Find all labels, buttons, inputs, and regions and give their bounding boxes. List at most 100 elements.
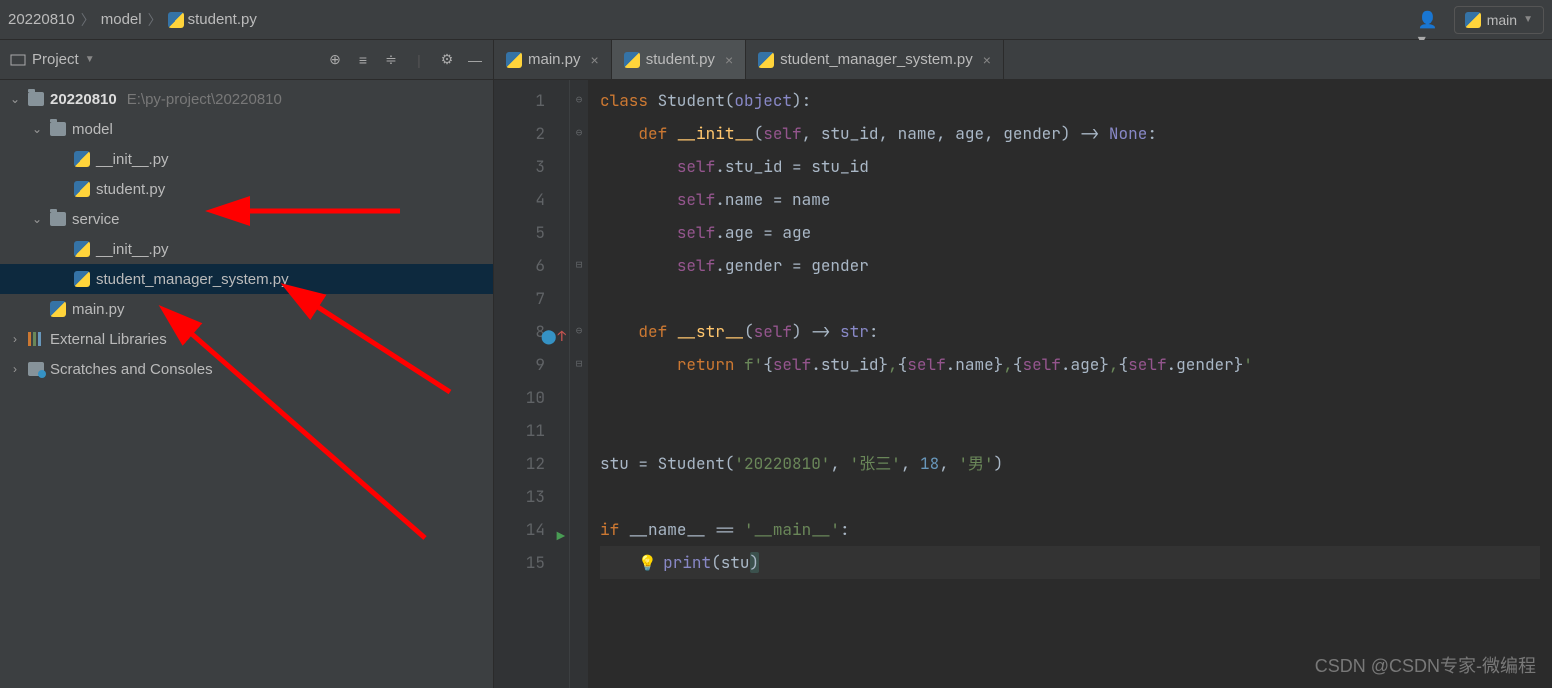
breadcrumb-item[interactable]: 20220810 <box>8 11 75 28</box>
fold-handle <box>570 381 588 414</box>
folder-icon <box>50 122 66 136</box>
line-number-gutter[interactable]: 12345678⬤↑91011121314▶15 <box>494 80 570 688</box>
line-number[interactable]: 6 <box>494 249 545 282</box>
run-gutter-icon[interactable]: ▶ <box>557 521 565 554</box>
chevron-down-icon: ▼ <box>1523 14 1533 25</box>
code-line[interactable]: 💡print(stu) <box>600 546 1540 579</box>
code-line[interactable] <box>600 414 1540 447</box>
line-number[interactable]: 5 <box>494 216 545 249</box>
code-line[interactable] <box>600 381 1540 414</box>
line-number[interactable]: 4 <box>494 183 545 216</box>
tree-row[interactable]: __init__.py <box>0 234 493 264</box>
python-file-icon <box>168 12 184 28</box>
tree-row[interactable]: ⌄service <box>0 204 493 234</box>
fold-gutter[interactable]: ⊖⊖⊟⊖⊟ <box>570 80 588 688</box>
tree-item-label: student_manager_system.py <box>96 271 289 288</box>
tree-item-label: __init__.py <box>96 151 169 168</box>
expand-all-icon[interactable]: ≡ <box>355 52 371 68</box>
fold-handle <box>570 183 588 216</box>
run-configuration-selector[interactable]: main ▼ <box>1454 6 1544 34</box>
editor-tab[interactable]: student_manager_system.py × <box>746 40 1004 79</box>
chevron-down-icon: ▼ <box>85 54 95 65</box>
tree-row[interactable]: ›External Libraries <box>0 324 493 354</box>
tree-row[interactable]: ⌄ 20220810 E:\py-project\20220810 <box>0 84 493 114</box>
editor-tab[interactable]: student.py× <box>612 40 746 79</box>
tree-row[interactable]: student.py <box>0 174 493 204</box>
tree-arrow-icon: ⌄ <box>8 92 22 106</box>
tree-row[interactable]: student_manager_system.py <box>0 264 493 294</box>
python-file-icon <box>506 52 522 68</box>
close-icon[interactable]: × <box>725 52 733 68</box>
tree-row[interactable]: __init__.py <box>0 144 493 174</box>
python-icon <box>1465 12 1481 28</box>
line-number[interactable]: 2 <box>494 117 545 150</box>
folder-icon <box>28 92 44 106</box>
tree-item-label: External Libraries <box>50 331 167 348</box>
tree-row[interactable]: main.py <box>0 294 493 324</box>
code-line[interactable]: self.name = name <box>600 183 1540 216</box>
tree-item-label: __init__.py <box>96 241 169 258</box>
line-number[interactable]: 14▶ <box>494 513 545 546</box>
code-line[interactable]: class Student(object): <box>600 84 1540 117</box>
line-number[interactable]: 13 <box>494 480 545 513</box>
project-sidebar: Project ▼ ⊕ ≡ ≑ | ⚙ — ⌄ 20220810 E:\py-pro… <box>0 40 494 688</box>
breadcrumb-item[interactable]: model <box>101 11 142 28</box>
fold-handle <box>570 216 588 249</box>
breadcrumb-item[interactable]: student.py <box>168 11 257 28</box>
tree-item-path: E:\py-project\20220810 <box>127 91 282 108</box>
fold-handle[interactable]: ⊟ <box>570 249 588 282</box>
project-icon <box>10 52 26 68</box>
line-number[interactable]: 12 <box>494 447 545 480</box>
code-line[interactable]: if __name__ == '__main__': <box>600 513 1540 546</box>
code-line[interactable]: self.stu_id = stu_id <box>600 150 1540 183</box>
fold-handle[interactable]: ⊖ <box>570 84 588 117</box>
line-number[interactable]: 9 <box>494 348 545 381</box>
project-tree[interactable]: ⌄ 20220810 E:\py-project\20220810 ⌄model __i… <box>0 80 493 388</box>
collapse-all-icon[interactable]: ≑ <box>383 52 399 68</box>
fold-handle <box>570 513 588 546</box>
code-line[interactable] <box>600 480 1540 513</box>
breadcrumb-file-label: student.py <box>188 11 257 28</box>
line-number[interactable]: 15 <box>494 546 545 579</box>
tree-item-label: 20220810 <box>50 91 117 108</box>
project-tool-icons: ⊕ ≡ ≑ | ⚙ — <box>327 52 483 68</box>
code-line[interactable]: def __init__(self, stu_id, name, age, ge… <box>600 117 1540 150</box>
project-toolwindow-title[interactable]: Project ▼ <box>10 51 95 68</box>
locate-icon[interactable]: ⊕ <box>327 52 343 68</box>
settings-icon[interactable]: ⚙ <box>439 52 455 68</box>
project-toolwindow-header: Project ▼ ⊕ ≡ ≑ | ⚙ — <box>0 40 493 80</box>
code-line[interactable] <box>600 282 1540 315</box>
fold-handle[interactable]: ⊖ <box>570 117 588 150</box>
code-line[interactable]: stu = Student('20220810', '张三', 18, '男') <box>600 447 1540 480</box>
tree-row[interactable]: › Scratches and Consoles <box>0 354 493 384</box>
code-line[interactable]: self.gender = gender <box>600 249 1540 282</box>
line-number[interactable]: 1 <box>494 84 545 117</box>
fold-handle[interactable]: ⊖ <box>570 315 588 348</box>
editor-area: main.py×student.py×student_manager_syste… <box>494 40 1552 688</box>
code-line[interactable]: self.age = age <box>600 216 1540 249</box>
code-content[interactable]: class Student(object): def __init__(self… <box>588 80 1552 688</box>
code-line[interactable]: def __str__(self) -> str: <box>600 315 1540 348</box>
line-number[interactable]: 10 <box>494 381 545 414</box>
tree-arrow-icon: › <box>8 362 22 376</box>
fold-handle <box>570 414 588 447</box>
code-area[interactable]: 12345678⬤↑91011121314▶15 ⊖⊖⊟⊖⊟ class Stu… <box>494 80 1552 688</box>
top-right-controls: 👤▾ main ▼ <box>1418 6 1544 34</box>
chevron-right-icon: 〉 <box>148 10 162 30</box>
line-number[interactable]: 7 <box>494 282 545 315</box>
close-icon[interactable]: × <box>983 52 991 68</box>
tree-row[interactable]: ⌄model <box>0 114 493 144</box>
user-icon[interactable]: 👤▾ <box>1418 10 1442 30</box>
hide-icon[interactable]: — <box>467 52 483 68</box>
tab-label: student_manager_system.py <box>780 51 973 68</box>
line-number[interactable]: 11 <box>494 414 545 447</box>
code-line[interactable]: return f'{self.stu_id},{self.name},{self… <box>600 348 1540 381</box>
line-number[interactable]: 8⬤↑ <box>494 315 545 348</box>
tree-item-label: Scratches and Consoles <box>50 361 213 378</box>
close-icon[interactable]: × <box>591 52 599 68</box>
library-icon <box>28 332 44 346</box>
python-file-icon <box>74 271 90 287</box>
fold-handle[interactable]: ⊟ <box>570 348 588 381</box>
line-number[interactable]: 3 <box>494 150 545 183</box>
editor-tab[interactable]: main.py× <box>494 40 612 79</box>
